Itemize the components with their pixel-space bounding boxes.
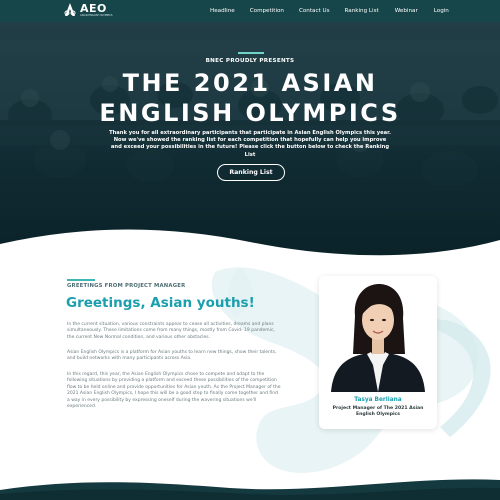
nav-item-competition[interactable]: Competition [250,8,284,14]
profile-photo [319,276,437,392]
profile-name: Tasya Berliana [354,397,402,403]
greeting-label: GREETINGS FROM PROJECT MANAGER [67,283,186,289]
presents-accent-line [238,52,264,54]
footer-wave [0,479,500,500]
nav-item-ranking-list[interactable]: Ranking List [345,8,379,14]
nav-item-contact-us[interactable]: Contact Us [299,8,330,14]
greeting-title: Greetings, Asian youths! [66,295,255,311]
logo-text: AEO [80,2,107,15]
logo-subtitle: ASIAN ENGLISH OLYMPICS [80,14,113,17]
nav-item-headline[interactable]: Headline [210,8,235,14]
nav-item-login[interactable]: Login [434,8,449,14]
hero-title: The 2021 Asian English Olympics [0,68,500,128]
profile-card: Tasya Berliana Project Manager of The 20… [319,276,437,429]
top-navbar: AEO ASIAN ENGLISH OLYMPICS Headline Comp… [0,0,500,22]
hero-title-line-1: The 2021 Asian [122,69,378,97]
presents-label: BNEC PROUDLY PRESENTS [205,58,295,64]
greeting-accent-line [67,279,95,281]
greeting-paragraph-2: Asian English Olympics is a platform for… [67,350,277,362]
hero-description: Thank you for all extraordinary particip… [109,130,391,158]
hero-bottom-wave [0,229,500,262]
aeo-logo-icon [64,3,76,16]
greeting-paragraph-1: In the current situation, various constr… [67,322,275,340]
nav-menu: Headline Competition Contact Us Ranking … [210,0,449,22]
greeting-paragraph-3: In this regard, this year, the Asian Eng… [67,372,281,410]
hero-title-line-2: English Olympics [99,99,401,127]
profile-role: Project Manager of The 2021 Asian Englis… [332,406,424,418]
ranking-list-button[interactable]: Ranking List [217,164,285,181]
aeo-logo[interactable]: AEO ASIAN ENGLISH OLYMPICS [63,2,114,18]
nav-item-webinar[interactable]: Webinar [395,8,418,14]
